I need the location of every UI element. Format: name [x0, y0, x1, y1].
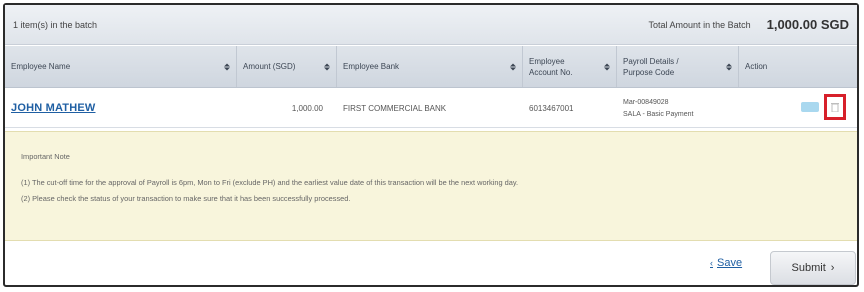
column-header-employee-bank[interactable]: Employee Bank: [337, 46, 523, 87]
trash-icon: [831, 103, 839, 112]
amount-cell: 1,000.00: [291, 103, 323, 113]
action-cell: [739, 89, 857, 127]
column-header-amount[interactable]: Amount (SGD): [237, 46, 337, 87]
save-link[interactable]: ‹ Save: [710, 257, 742, 269]
batch-total-label: Total Amount in the Batch: [648, 19, 751, 30]
column-header-employee-name[interactable]: Employee Name: [5, 46, 237, 87]
purpose-code: SALA - Basic Payment: [623, 110, 694, 118]
chevron-right-icon: ›: [830, 262, 835, 274]
delete-button[interactable]: [824, 94, 846, 120]
sort-icon[interactable]: [324, 63, 330, 70]
column-header-payroll-details[interactable]: Payroll Details / Purpose Code: [617, 46, 739, 87]
note-line-1: (1) The cut-off time for the approval of…: [21, 178, 519, 187]
pencil-icon[interactable]: [801, 102, 819, 112]
table-row: JOHN MATHEW 1,000.00 FIRST COMMERCIAL BA…: [5, 89, 857, 128]
batch-panel: 1 item(s) in the batch Total Amount in t…: [3, 3, 859, 287]
payroll-reference: Mar-00849028: [623, 98, 669, 106]
sort-icon[interactable]: [510, 63, 516, 70]
batch-total-value: 1,000.00 SGD: [766, 17, 849, 32]
payroll-details-cell: Mar-00849028 SALA - Basic Payment: [617, 89, 739, 127]
column-header-account-no[interactable]: Employee Account No.: [523, 46, 617, 87]
important-note: Important Note (1) The cut-off time for …: [5, 131, 857, 241]
column-header-action: Action: [745, 62, 768, 71]
bank-cell: FIRST COMMERCIAL BANK: [343, 103, 447, 113]
submit-button[interactable]: Submit ›: [770, 251, 856, 285]
employee-name-link[interactable]: JOHN MATHEW: [11, 102, 96, 114]
table-header: Employee Name Amount (SGD) Employee Bank…: [5, 46, 857, 88]
batch-item-count: 1 item(s) in the batch: [13, 19, 98, 30]
sort-icon[interactable]: [224, 63, 230, 70]
sort-icon[interactable]: [726, 63, 732, 70]
note-title: Important Note: [21, 152, 70, 161]
batch-summary-bar: 1 item(s) in the batch Total Amount in t…: [5, 5, 857, 45]
chevron-left-icon: ‹: [710, 258, 713, 268]
account-cell: 6013467001: [529, 103, 574, 113]
note-line-2: (2) Please check the status of your tran…: [21, 194, 351, 203]
employee-name-cell: JOHN MATHEW: [5, 89, 237, 127]
sort-icon[interactable]: [604, 63, 610, 70]
